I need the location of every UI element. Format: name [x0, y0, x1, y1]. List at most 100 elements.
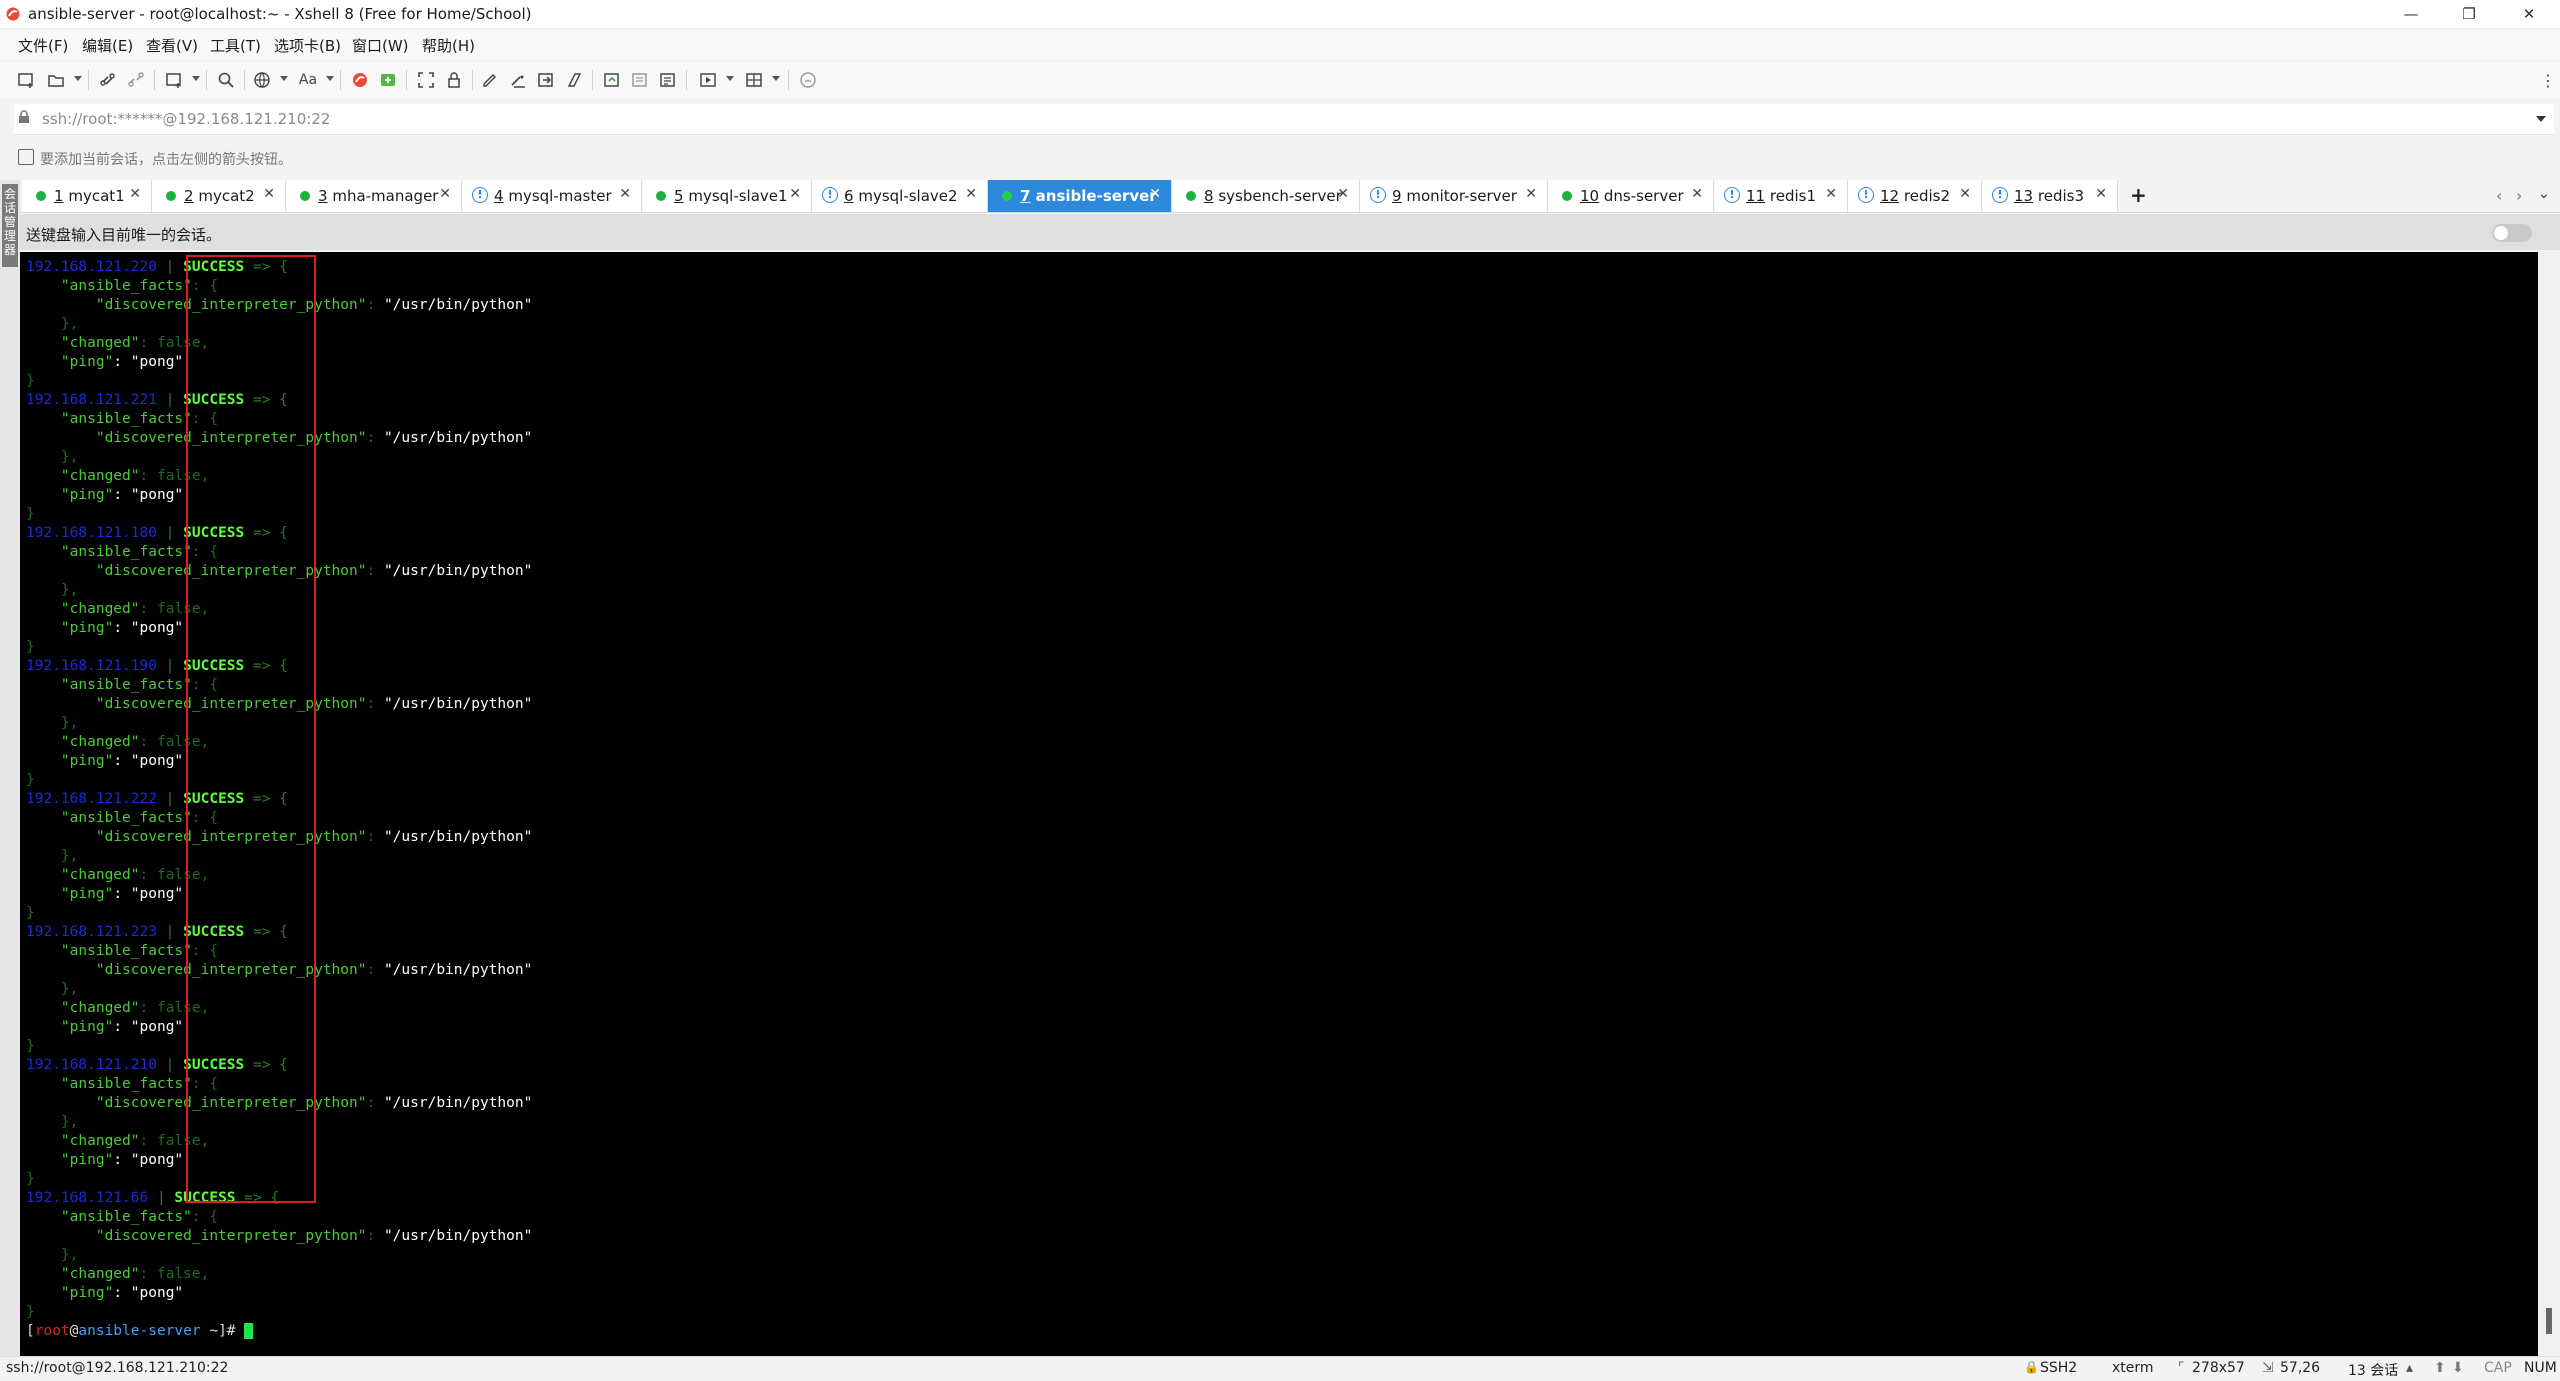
tab-redis3[interactable]: ! 13 redis3 ✕: [1982, 180, 2118, 212]
terminal-output[interactable]: [20, 252, 2538, 1356]
address-bar[interactable]: [14, 104, 2554, 135]
tab-sysbench-server[interactable]: 8 sysbench-server ✕: [1172, 180, 1360, 212]
session-manager-label[interactable]: 会话管理器: [2, 184, 18, 267]
close-tab-icon[interactable]: ✕: [965, 186, 977, 202]
search-icon[interactable]: [214, 68, 238, 92]
tab-mha-manager[interactable]: 3 mha-manager ✕: [286, 180, 462, 212]
globe-icon[interactable]: [250, 68, 274, 92]
scroll-down-icon[interactable]: ⬇: [2452, 1360, 2464, 1376]
font-dropdown-icon[interactable]: [326, 76, 334, 81]
json-punct: },: [60, 1247, 79, 1263]
status-cursor: 57,26: [2280, 1360, 2321, 1376]
maximize-button[interactable]: ❐: [2446, 0, 2492, 28]
close-tab-icon[interactable]: ✕: [1691, 186, 1703, 202]
menu-file[interactable]: 文件(F): [18, 35, 68, 56]
chat-icon[interactable]: [796, 68, 820, 92]
status-lock-icon: 🔒: [2024, 1360, 2039, 1374]
tab-redis1[interactable]: ! 11 redis1 ✕: [1714, 180, 1848, 212]
xftp-icon[interactable]: [376, 68, 400, 92]
tab-mysql-slave1[interactable]: 5 mysql-slave1 ✕: [642, 180, 812, 212]
close-tab-icon[interactable]: ✕: [1337, 186, 1349, 202]
json-key: "changed": [60, 468, 140, 484]
terminal-scrollbar-thumb[interactable]: [2546, 1308, 2552, 1334]
terminal-scrollbar[interactable]: [2538, 252, 2560, 1356]
notes-icon[interactable]: [656, 68, 680, 92]
close-tab-icon[interactable]: ✕: [619, 186, 631, 202]
menu-edit[interactable]: 编辑(E): [82, 35, 133, 56]
disconnect-icon[interactable]: [124, 68, 148, 92]
tab-monitor-server[interactable]: ! 9 monitor-server ✕: [1360, 180, 1548, 212]
new-window-dropdown-icon[interactable]: [192, 76, 200, 81]
ping-line: "ping": "pong": [26, 619, 183, 638]
fullscreen-icon[interactable]: [414, 68, 438, 92]
menu-view[interactable]: 查看(V): [146, 35, 198, 56]
close-tab-icon[interactable]: ✕: [1525, 186, 1537, 202]
tab-number: 1: [54, 187, 64, 205]
tab-mycat1[interactable]: 1 mycat1 ✕: [22, 180, 152, 212]
tab-mysql-slave2[interactable]: ! 6 mysql-slave2 ✕: [812, 180, 988, 212]
add-session-icon[interactable]: [18, 149, 34, 165]
tab-redis2[interactable]: ! 12 redis2 ✕: [1848, 180, 1982, 212]
menu-window[interactable]: 窗口(W): [352, 35, 409, 56]
macro-icon[interactable]: [696, 68, 720, 92]
json-key: "ansible_facts": [60, 677, 192, 693]
lock-icon[interactable]: [442, 68, 466, 92]
close-tab-icon[interactable]: ✕: [1825, 186, 1837, 202]
menu-tabs[interactable]: 选项卡(B): [274, 35, 341, 56]
highlight-icon[interactable]: [478, 68, 502, 92]
close-button[interactable]: ✕: [2506, 0, 2552, 28]
menu-help[interactable]: 帮助(H): [422, 35, 475, 56]
open-dropdown-icon[interactable]: [74, 76, 82, 81]
ping-line: "ping": "pong": [26, 1284, 183, 1303]
status-sessions[interactable]: 13 会话: [2348, 1360, 2398, 1380]
new-session-icon[interactable]: [14, 68, 38, 92]
layout-dropdown-icon[interactable]: [772, 76, 780, 81]
globe-dropdown-icon[interactable]: [280, 76, 288, 81]
close-tab-icon[interactable]: ✕: [2095, 186, 2107, 202]
tab-scroll-right-icon[interactable]: ›: [2516, 186, 2522, 205]
xshell-icon[interactable]: [348, 68, 372, 92]
script-icon[interactable]: [562, 68, 586, 92]
tab-dns-server[interactable]: 10 dns-server ✕: [1548, 180, 1714, 212]
tab-mysql-master[interactable]: ! 4 mysql-master ✕: [462, 180, 642, 212]
address-field[interactable]: ssh://root:******@192.168.121.210:22: [42, 110, 330, 128]
send-icon[interactable]: [534, 68, 558, 92]
close-tab-icon[interactable]: ✕: [263, 186, 275, 202]
close-inner-line: },: [26, 581, 78, 600]
more-options-icon[interactable]: ⋮: [2536, 68, 2560, 92]
log-icon[interactable]: [628, 68, 652, 92]
json-value: : "pong": [113, 620, 184, 636]
changed-line: "changed": false,: [26, 999, 209, 1018]
connected-status-icon: [166, 191, 176, 201]
json-punct: }: [26, 639, 35, 655]
close-tab-icon[interactable]: ✕: [789, 186, 801, 202]
close-tab-icon[interactable]: ✕: [439, 186, 451, 202]
transfer-icon[interactable]: [600, 68, 624, 92]
sessions-caret-icon[interactable]: ▴: [2406, 1360, 2413, 1376]
font-icon[interactable]: Aa: [296, 68, 320, 92]
tab-scroll-left-icon[interactable]: ‹: [2496, 186, 2502, 205]
json-value: : "pong": [113, 1285, 184, 1301]
reconnect-icon[interactable]: [96, 68, 120, 92]
separator: |: [148, 1190, 175, 1206]
menu-tools[interactable]: 工具(T): [210, 35, 261, 56]
tab-list-chevron-icon[interactable]: ⌄: [2538, 186, 2550, 202]
add-tab-button[interactable]: +: [2130, 183, 2147, 207]
close-tab-icon[interactable]: ✕: [1149, 186, 1161, 202]
address-dropdown-icon[interactable]: [2536, 116, 2546, 122]
close-tab-icon[interactable]: ✕: [129, 186, 141, 202]
minimize-button[interactable]: —: [2388, 0, 2434, 28]
close-tab-icon[interactable]: ✕: [1959, 186, 1971, 202]
json-key: "ping": [60, 886, 114, 902]
separator: |: [156, 525, 184, 541]
tab-ansible-server[interactable]: 7 ansible-server ✕: [988, 180, 1172, 212]
macro-dropdown-icon[interactable]: [726, 76, 734, 81]
scroll-up-icon[interactable]: ⬆: [2434, 1360, 2446, 1376]
json-key: "ping": [60, 1019, 114, 1035]
layout-icon[interactable]: [742, 68, 766, 92]
new-window-icon[interactable]: [162, 68, 186, 92]
compose-bar: [20, 214, 2560, 250]
open-session-icon[interactable]: [44, 68, 68, 92]
tab-mycat2[interactable]: 2 mycat2 ✕: [152, 180, 286, 212]
compose-icon[interactable]: [506, 68, 530, 92]
